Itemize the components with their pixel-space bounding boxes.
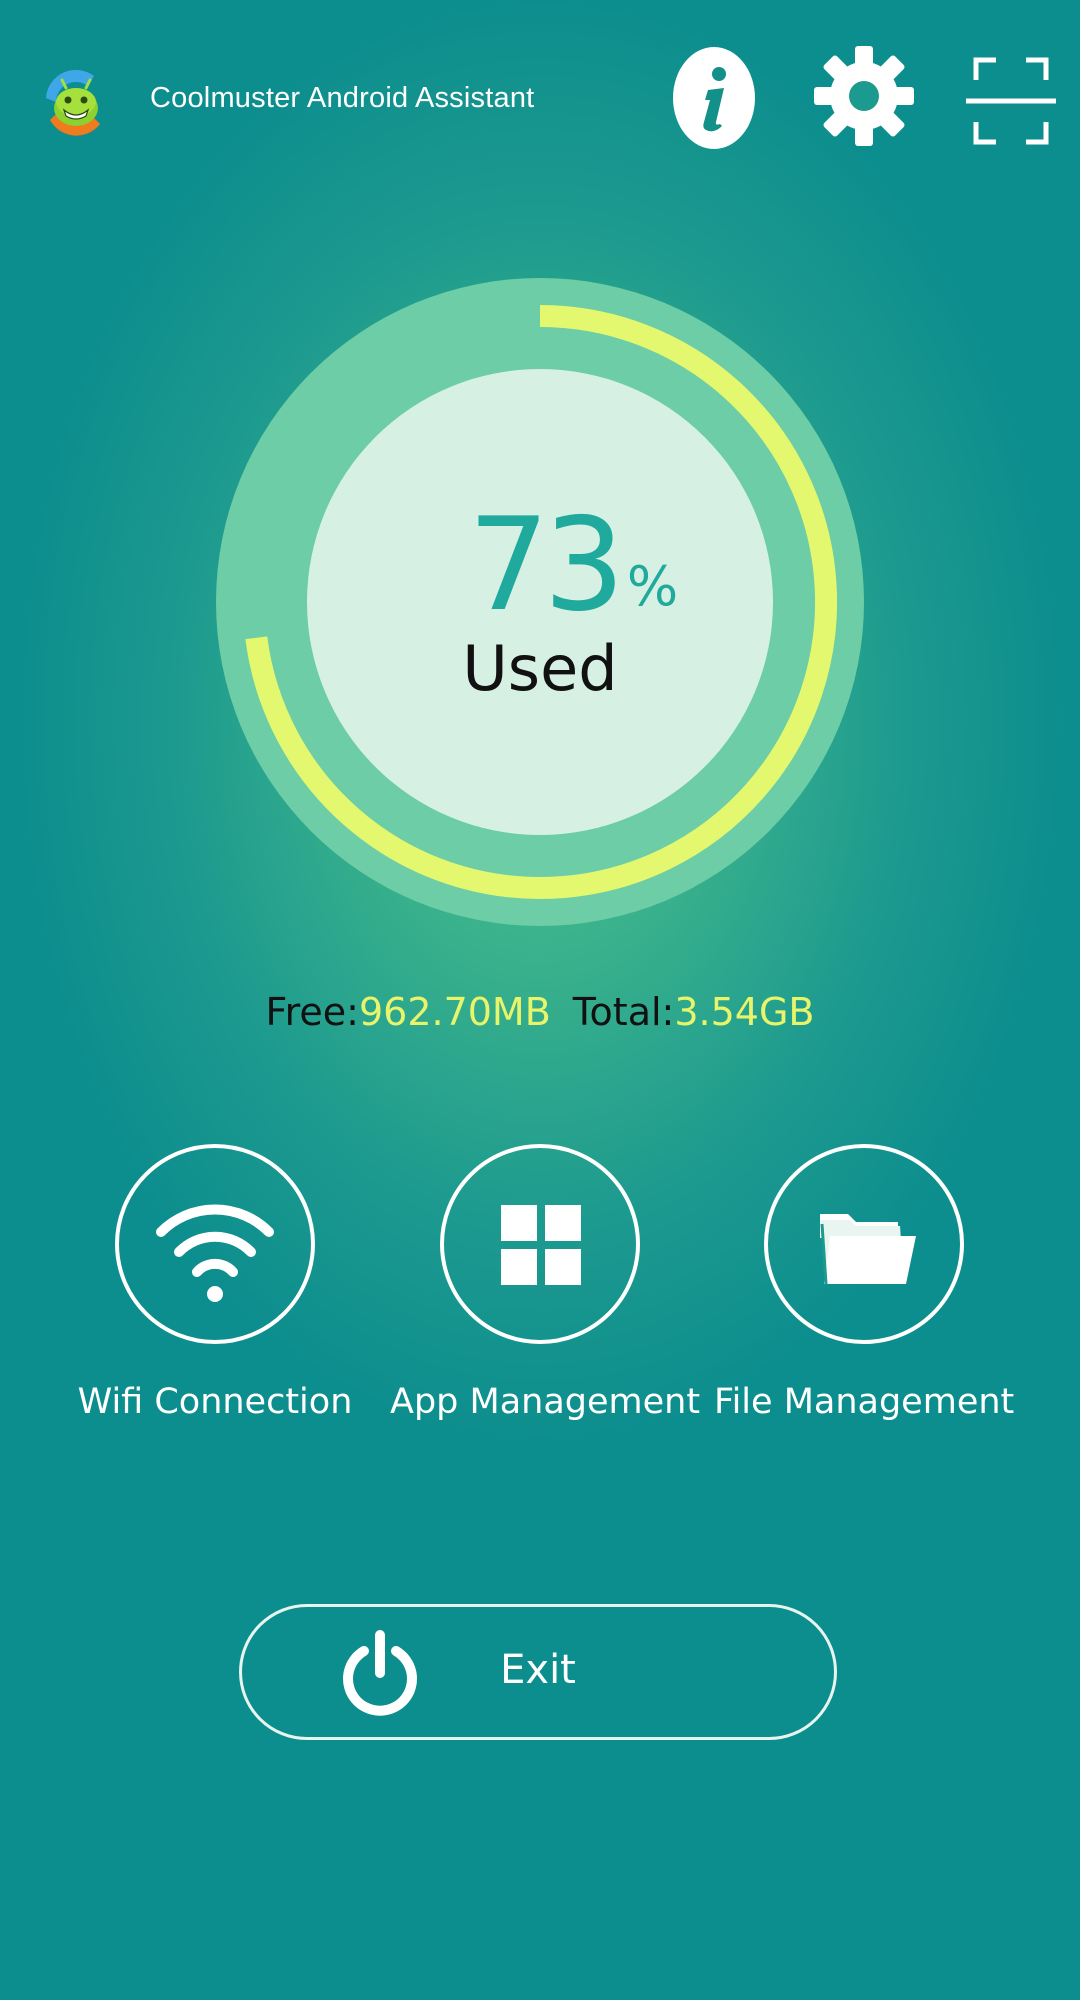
used-number: 73: [468, 491, 625, 640]
app-ring: [440, 1144, 640, 1344]
free-label: Free:: [265, 990, 359, 1034]
file-ring: [764, 1144, 964, 1344]
storage-summary: Free:962.70MB Total:3.54GB: [0, 990, 1080, 1034]
file-management-button[interactable]: File Management: [714, 1144, 1014, 1422]
wifi-connection-button[interactable]: Wifi Connection: [65, 1144, 365, 1422]
total-value: 3.54GB: [674, 990, 815, 1034]
wifi-ring: [115, 1144, 315, 1344]
scan-frame-icon: [966, 57, 1056, 145]
app-header: Coolmuster Android Assistant: [0, 0, 1080, 200]
storage-gauge: 73% Used: [216, 278, 864, 926]
exit-label: Exit: [500, 1647, 576, 1693]
info-button[interactable]: [672, 46, 756, 150]
exit-button[interactable]: Exit: [239, 1604, 837, 1740]
app-management-label: App Management: [390, 1382, 701, 1422]
scan-button[interactable]: [966, 56, 1056, 146]
file-management-label: File Management: [714, 1382, 1015, 1422]
app-title: Coolmuster Android Assistant: [150, 82, 535, 114]
total-label: Total:: [572, 990, 675, 1034]
free-value: 962.70MB: [358, 990, 551, 1034]
wifi-icon: [156, 1204, 274, 1302]
percent-sign: %: [626, 555, 679, 618]
grid-apps-icon: [501, 1205, 581, 1285]
folder-icon: [820, 1214, 916, 1285]
used-percent-value: 73%: [468, 502, 768, 651]
gear-icon: [814, 46, 914, 146]
app-management-button[interactable]: App Management: [390, 1144, 701, 1422]
used-label: Used: [462, 632, 618, 705]
settings-button[interactable]: [812, 44, 916, 148]
android-assistant-logo-icon: [46, 69, 100, 136]
info-icon: [673, 47, 755, 149]
wifi-connection-label: Wifi Connection: [77, 1382, 353, 1422]
